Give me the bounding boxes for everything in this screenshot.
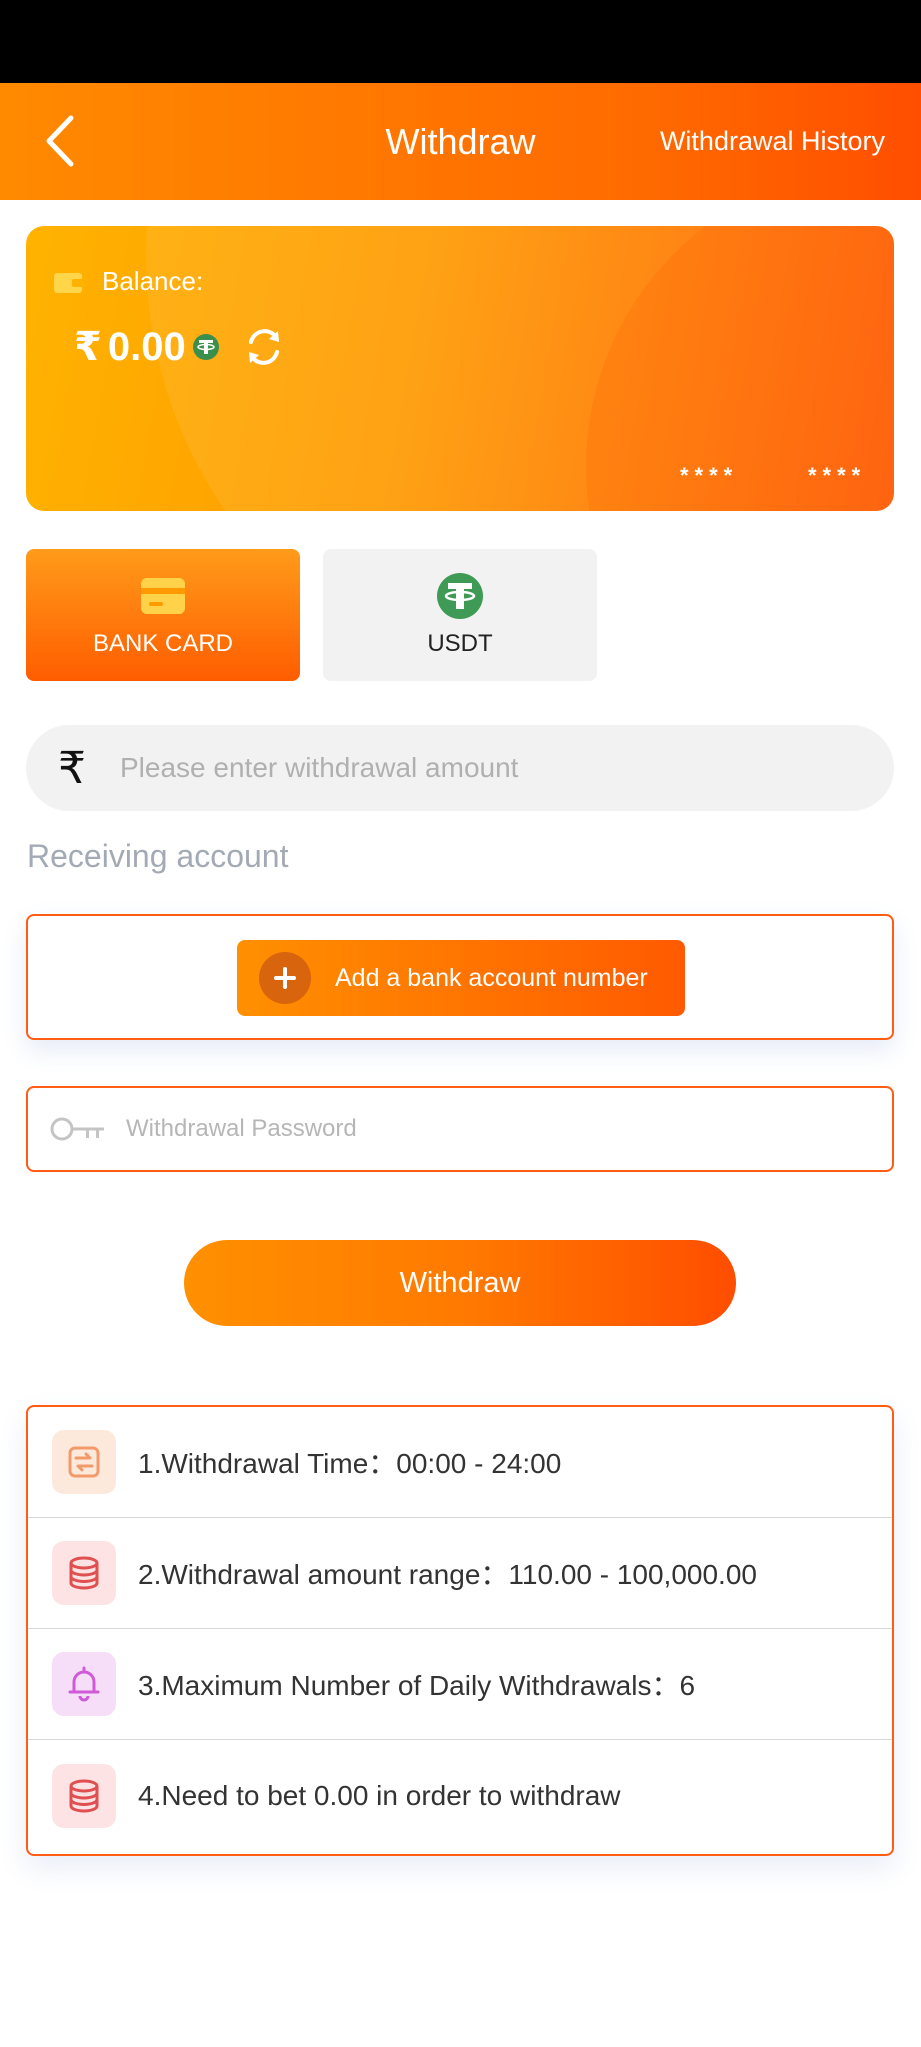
rule-item: 3.Maximum Number of Daily Withdrawals：6	[28, 1629, 892, 1740]
password-field-wrapper	[26, 1086, 894, 1172]
tab-usdt[interactable]: USDT	[323, 549, 597, 681]
plus-icon	[259, 952, 311, 1004]
tab-bank-card[interactable]: BANK CARD	[26, 549, 300, 681]
wallet-icon	[54, 272, 84, 293]
withdrawal-amount-input[interactable]	[120, 752, 840, 784]
back-button[interactable]	[30, 111, 90, 171]
rule-text: 4.Need to bet 0.00 in order to withdraw	[138, 1779, 621, 1811]
key-icon	[50, 1117, 104, 1141]
add-bank-label: Add a bank account number	[335, 963, 648, 992]
chevron-left-icon	[46, 115, 74, 167]
tab-label: BANK CARD	[92, 630, 234, 657]
receiving-account-label: Receiving account	[27, 838, 289, 874]
rupee-icon: ₹	[58, 743, 86, 793]
tab-label: USDT	[427, 630, 493, 657]
withdrawal-history-link[interactable]: Withdrawal History	[660, 83, 885, 200]
bank-card-icon	[141, 578, 185, 614]
refresh-icon[interactable]	[242, 325, 286, 369]
rule-item: 1.Withdrawal Time：00:00 - 24:00	[28, 1407, 892, 1518]
rule-item: 4.Need to bet 0.00 in order to withdraw	[28, 1740, 892, 1851]
withdraw-button[interactable]: Withdraw	[184, 1240, 736, 1326]
status-bar	[0, 0, 921, 83]
balance-amount-row: ₹ 0.00	[74, 324, 286, 370]
amount-input-wrapper: ₹	[26, 725, 894, 811]
withdrawal-rules: 1.Withdrawal Time：00:00 - 24:00 2.Withdr…	[26, 1405, 894, 1856]
app-header: Withdraw Withdrawal History	[0, 83, 921, 200]
coin-stack-icon	[52, 1763, 116, 1828]
balance-card: Balance: ₹ 0.00 **** ****	[26, 226, 894, 511]
bell-icon	[52, 1652, 116, 1716]
balance-label: Balance:	[102, 266, 204, 296]
rule-text: 3.Maximum Number of Daily Withdrawals：6	[138, 1670, 696, 1701]
balance-label-row: Balance:	[54, 266, 203, 297]
add-bank-account-button[interactable]: Add a bank account number	[237, 940, 685, 1016]
rule-text: 2.Withdrawal amount range：110.00 - 100,0…	[138, 1559, 757, 1590]
withdrawal-password-input[interactable]	[126, 1115, 866, 1143]
rule-item: 2.Withdrawal amount range：110.00 - 100,0…	[28, 1518, 892, 1629]
rule-text: 1.Withdrawal Time：00:00 - 24:00	[138, 1448, 562, 1479]
card-number-mask: ****	[808, 463, 867, 488]
balance-amount: 0.00	[107, 324, 186, 369]
usdt-icon	[437, 573, 483, 619]
card-number-mask: ****	[680, 463, 739, 488]
currency-symbol: ₹	[74, 325, 102, 369]
receiving-account-box: Add a bank account number	[26, 914, 894, 1040]
coin-stack-icon	[52, 1541, 116, 1605]
usdt-icon	[192, 334, 219, 360]
clock-exchange-icon	[52, 1430, 116, 1494]
